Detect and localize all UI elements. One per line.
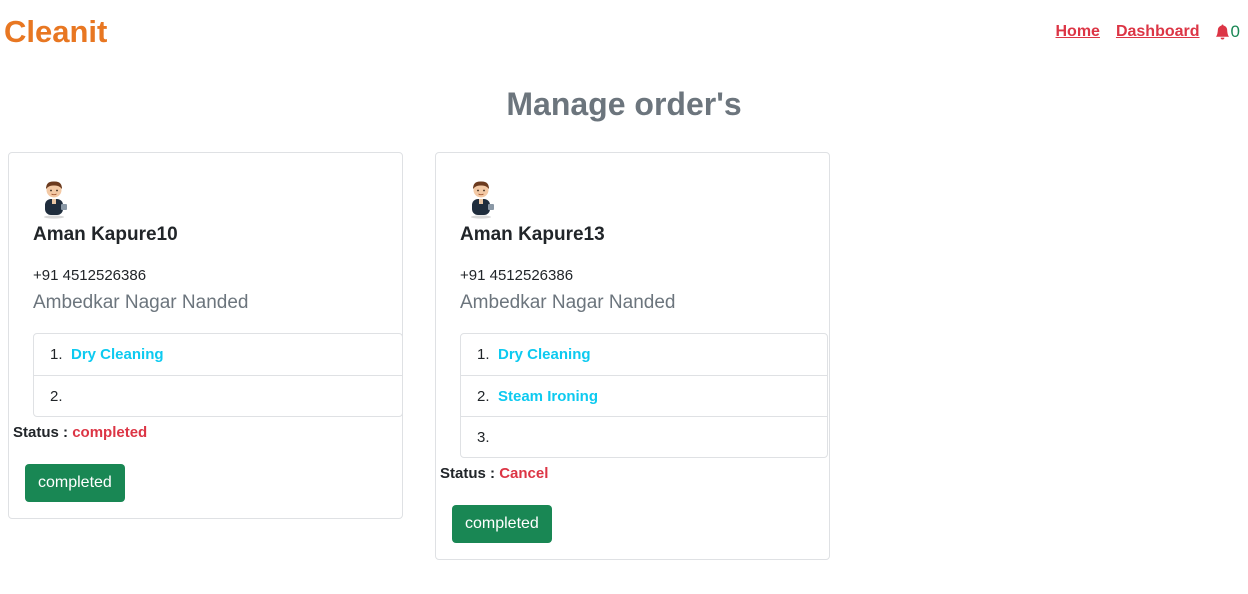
service-list-item: 2. xyxy=(34,375,402,416)
customer-address: Ambedkar Nagar Nanded xyxy=(460,292,676,313)
service-number: 2. xyxy=(50,387,63,405)
complete-order-button[interactable]: completed xyxy=(452,505,552,543)
nav-links: Home Dashboard 0 xyxy=(1040,23,1241,41)
service-list-item: 2. Steam Ironing xyxy=(461,375,827,416)
service-number: 2. xyxy=(477,387,490,405)
status-value: Cancel xyxy=(499,465,549,482)
service-link[interactable]: Dry Cleaning xyxy=(498,346,591,363)
customer-name: Aman Kapure10 xyxy=(33,224,178,245)
service-list-item: 3. xyxy=(461,416,827,457)
user-avatar-icon xyxy=(44,181,67,219)
customer-address: Ambedkar Nagar Nanded xyxy=(33,292,249,313)
customer-phone: +91 4512526386 xyxy=(33,267,147,284)
status-label: Status : xyxy=(13,424,69,441)
nav-dashboard-link[interactable]: Dashboard xyxy=(1116,23,1200,41)
order-card: Aman Kapure13 +91 4512526386 Ambedkar Na… xyxy=(435,152,830,560)
customer-name: Aman Kapure13 xyxy=(460,224,605,245)
service-list-item: 1. Dry Cleaning xyxy=(34,334,402,375)
page-title: Manage order's xyxy=(506,86,742,122)
status-label: Status : xyxy=(440,465,496,482)
service-link[interactable]: Steam Ironing xyxy=(498,388,598,405)
service-list: 1. Dry Cleaning 2. xyxy=(33,333,403,417)
notification-count: 0 xyxy=(1230,22,1240,41)
brand-logo[interactable]: Cleanit xyxy=(4,14,107,50)
navbar: Cleanit Home Dashboard 0 xyxy=(0,0,1248,68)
bell-icon xyxy=(1215,24,1229,40)
customer-phone: +91 4512526386 xyxy=(460,267,574,284)
complete-order-button[interactable]: completed xyxy=(25,464,125,502)
service-number: 3. xyxy=(477,428,490,446)
order-status: Status : completed xyxy=(13,424,147,441)
notifications-button[interactable]: 0 xyxy=(1215,23,1240,41)
service-link[interactable]: Dry Cleaning xyxy=(71,346,164,363)
service-number: 1. xyxy=(477,346,490,363)
service-list: 1. Dry Cleaning 2. Steam Ironing 3. xyxy=(460,333,828,458)
status-value: completed xyxy=(72,424,148,441)
order-status: Status : Cancel xyxy=(440,465,548,482)
service-list-item: 1. Dry Cleaning xyxy=(461,334,827,375)
order-card: Aman Kapure10 +91 4512526386 Ambedkar Na… xyxy=(8,152,403,519)
nav-home-link[interactable]: Home xyxy=(1056,23,1100,41)
user-avatar-icon xyxy=(471,181,494,219)
service-number: 1. xyxy=(50,346,63,363)
